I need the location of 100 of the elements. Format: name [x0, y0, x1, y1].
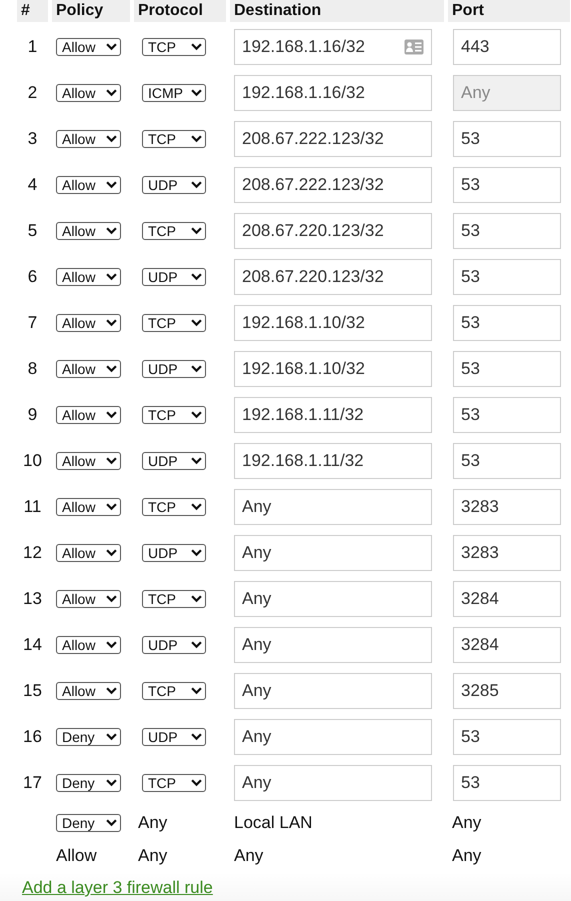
policy-dropdown[interactable]: Allow: [56, 498, 121, 516]
protocol-dropdown[interactable]: UDP: [142, 544, 206, 562]
policy-dropdown[interactable]: Allow: [56, 406, 121, 424]
protocol-dropdown[interactable]: UDP: [142, 176, 206, 194]
policy-dropdown[interactable]: Allow: [56, 682, 121, 700]
destination-field[interactable]: Any: [234, 581, 432, 617]
protocol-dropdown[interactable]: UDP: [142, 636, 206, 654]
port-field[interactable]: 53: [453, 719, 561, 755]
rule-number: 15: [22, 681, 43, 701]
chevron-icon: [191, 549, 202, 557]
destination-field[interactable]: 208.67.222.123/32: [234, 167, 432, 203]
column-header: Destination: [230, 0, 444, 22]
destination-field[interactable]: 208.67.220.123/32: [234, 213, 432, 249]
policy-dropdown[interactable]: Allow: [56, 544, 121, 562]
chevron-icon: [191, 779, 202, 787]
chevron-icon: [191, 641, 202, 649]
policy-dropdown[interactable]: Allow: [56, 130, 121, 148]
port-field[interactable]: 53: [453, 305, 561, 341]
column-header: #: [17, 0, 48, 22]
destination-field[interactable]: 192.168.1.10/32: [234, 305, 432, 341]
port-field[interactable]: 53: [453, 167, 561, 203]
destination-field[interactable]: 208.67.220.123/32: [234, 259, 432, 295]
rule-number: 11: [22, 497, 42, 517]
chevron-icon: [191, 411, 202, 419]
destination-field[interactable]: Any: [234, 673, 432, 709]
rule-number: 5: [26, 221, 38, 241]
protocol-dropdown[interactable]: TCP: [142, 222, 206, 240]
port-text: Any: [452, 812, 482, 832]
rule-number: 8: [26, 359, 38, 379]
chevron-icon: [106, 411, 117, 419]
port-field[interactable]: 53: [453, 121, 561, 157]
protocol-dropdown[interactable]: ICMP: [142, 84, 206, 102]
destination-text: Local LAN: [234, 812, 312, 832]
destination-field[interactable]: 208.67.222.123/32: [234, 121, 432, 157]
policy-dropdown[interactable]: Allow: [56, 636, 121, 654]
protocol-dropdown[interactable]: TCP: [142, 590, 206, 608]
port-field[interactable]: 53: [453, 351, 561, 387]
rule-number: 2: [26, 83, 38, 103]
port-field[interactable]: 53: [453, 213, 561, 249]
destination-field[interactable]: Any: [234, 719, 432, 755]
chevron-icon: [106, 319, 117, 327]
policy-dropdown[interactable]: Allow: [56, 452, 121, 470]
destination-field[interactable]: 192.168.1.16/32: [234, 75, 432, 111]
port-field[interactable]: 53: [453, 765, 561, 801]
protocol-dropdown[interactable]: TCP: [142, 774, 206, 792]
policy-dropdown[interactable]: Allow: [56, 314, 121, 332]
destination-field[interactable]: Any: [234, 489, 432, 525]
policy-dropdown[interactable]: Allow: [56, 38, 121, 56]
policy-dropdown[interactable]: Allow: [56, 590, 121, 608]
chevron-icon: [191, 457, 202, 465]
destination-field[interactable]: Any: [234, 765, 432, 801]
port-field[interactable]: 3283: [453, 489, 561, 525]
contact-card-icon[interactable]: [404, 39, 424, 55]
chevron-icon: [191, 227, 202, 235]
port-field[interactable]: 3283: [453, 535, 561, 571]
policy-dropdown[interactable]: Allow: [56, 84, 121, 102]
destination-field[interactable]: 192.168.1.16/32: [234, 29, 432, 65]
destination-field[interactable]: 192.168.1.11/32: [234, 397, 432, 433]
chevron-icon: [106, 641, 117, 649]
column-header: Policy: [52, 0, 130, 22]
port-field[interactable]: 53: [453, 443, 561, 479]
chevron-icon: [191, 687, 202, 695]
protocol-dropdown[interactable]: TCP: [142, 498, 206, 516]
protocol-dropdown[interactable]: UDP: [142, 360, 206, 378]
column-header: Port: [448, 0, 570, 22]
destination-field[interactable]: Any: [234, 535, 432, 571]
policy-dropdown[interactable]: Deny: [56, 728, 121, 746]
port-field[interactable]: 3284: [453, 581, 561, 617]
policy-dropdown[interactable]: Deny: [56, 774, 121, 792]
policy-dropdown[interactable]: Allow: [56, 268, 121, 286]
protocol-dropdown[interactable]: UDP: [142, 452, 206, 470]
rule-number: 16: [22, 727, 43, 747]
policy-dropdown[interactable]: Allow: [56, 222, 121, 240]
chevron-icon: [106, 503, 117, 511]
protocol-text: Any: [138, 812, 168, 832]
port-field[interactable]: 53: [453, 259, 561, 295]
destination-field[interactable]: 192.168.1.10/32: [234, 351, 432, 387]
policy-dropdown[interactable]: Deny: [56, 814, 121, 832]
destination-field[interactable]: 192.168.1.11/32: [234, 443, 432, 479]
column-header: Protocol: [134, 0, 226, 22]
protocol-dropdown[interactable]: TCP: [142, 314, 206, 332]
destination-field[interactable]: Any: [234, 627, 432, 663]
port-field[interactable]: 443: [453, 29, 561, 65]
protocol-dropdown[interactable]: TCP: [142, 130, 206, 148]
chevron-icon: [106, 365, 117, 373]
policy-dropdown[interactable]: Allow: [56, 176, 121, 194]
rule-number: 10: [22, 451, 43, 471]
protocol-dropdown[interactable]: TCP: [142, 682, 206, 700]
policy-dropdown[interactable]: Allow: [56, 360, 121, 378]
protocol-dropdown[interactable]: UDP: [142, 728, 206, 746]
protocol-dropdown[interactable]: UDP: [142, 268, 206, 286]
chevron-icon: [106, 227, 117, 235]
port-field[interactable]: 3285: [453, 673, 561, 709]
protocol-dropdown[interactable]: TCP: [142, 38, 206, 56]
rule-number: 7: [26, 313, 38, 333]
rule-number: 12: [22, 543, 43, 563]
port-field[interactable]: 3284: [453, 627, 561, 663]
chevron-icon: [106, 181, 117, 189]
protocol-dropdown[interactable]: TCP: [142, 406, 206, 424]
port-field[interactable]: 53: [453, 397, 561, 433]
